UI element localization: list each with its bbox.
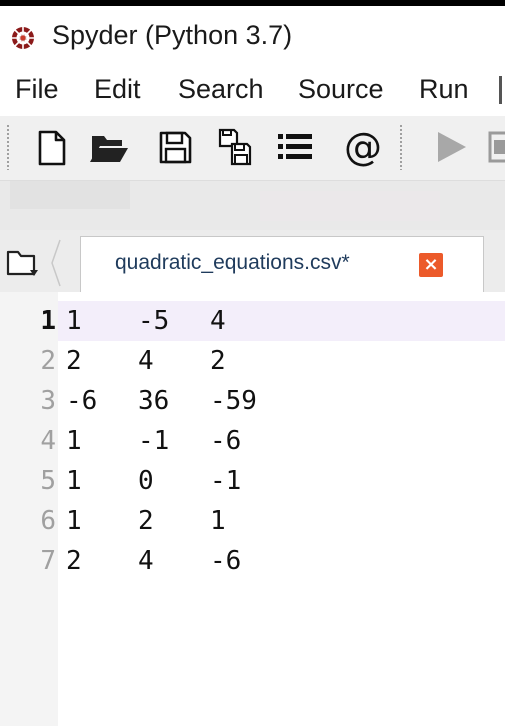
toolbar-grip-2[interactable] [399,124,403,170]
new-file-icon[interactable] [28,124,74,170]
csv-cell: 1 [66,426,82,456]
menu-item-truncated[interactable] [499,76,502,104]
editor-line[interactable]: 7 2 4 -6 [0,541,505,581]
menu-run[interactable]: Run [419,74,469,105]
csv-cell: 1 [210,506,226,536]
csv-cell: -6 [210,426,242,456]
csv-cell: -1 [138,426,170,456]
save-all-icon[interactable] [212,124,258,170]
menu-edit[interactable]: Edit [94,74,141,105]
csv-cell: -6 [66,386,98,416]
strip-shade-2 [260,191,440,221]
toolbar-grip[interactable] [6,124,10,170]
menu-search[interactable]: Search [178,74,264,105]
tab-scroll-left-icon[interactable] [50,238,62,288]
browse-tabs-icon[interactable] [6,246,46,280]
editor-line[interactable]: 3 -6 36 -59 [0,381,505,421]
list-icon[interactable] [272,124,318,170]
csv-cell: 2 [210,346,226,376]
menu-source[interactable]: Source [298,74,384,105]
csv-cell: -59 [210,386,257,416]
csv-cell: 1 [66,506,82,536]
editor-line[interactable]: 2242 [0,341,505,381]
line-number: 4 [40,426,56,456]
close-icon[interactable]: × [419,253,443,277]
csv-cell: 36 [138,386,170,416]
strip-shade [10,181,130,209]
line-number: 5 [40,466,56,496]
csv-cell: -1 [210,466,242,496]
csv-cell: -5 [138,306,170,336]
line-number: 3 [40,386,56,416]
toolbar: @ [0,116,505,180]
tab-filename: quadratic_equations.csv* [115,251,350,274]
open-file-icon[interactable] [86,124,132,170]
menu-file[interactable]: File [15,74,59,105]
toolbar-button-truncated[interactable] [484,124,505,170]
save-icon[interactable] [152,124,198,170]
editor-line[interactable]: 6121 [0,501,505,541]
csv-cell: 1 [66,306,82,336]
csv-cell: 4 [138,346,154,376]
csv-cell: 2 [66,346,82,376]
csv-cell: 4 [210,306,226,336]
editor-line[interactable]: 5 1 0 -1 [0,461,505,501]
window-title: Spyder (Python 3.7) [52,20,293,50]
line-number: 6 [40,506,56,536]
editor-tab-bar: quadratic_equations.csv* × [0,230,505,293]
csv-cell: 4 [138,546,154,576]
spyder-logo-icon [12,27,34,49]
editor-line[interactable]: 4 1 -1 -6 [0,421,505,461]
run-icon[interactable] [428,124,474,170]
line-number: 7 [40,546,56,576]
csv-cell: 0 [138,466,154,496]
csv-cell: 2 [138,506,154,536]
at-icon[interactable]: @ [340,124,386,170]
line-number: 1 [40,306,56,336]
title-bar: Spyder (Python 3.7) [0,6,505,64]
editor-line[interactable]: 1 1 -5 4 [0,301,505,341]
menu-bar: File Edit Search Source Run [0,64,505,116]
csv-cell: -6 [210,546,242,576]
csv-cell: 2 [66,546,82,576]
code-editor[interactable]: 1 1 -5 4 2 2 4 2 3 -6 36 -59 4 1 -1 -6 5 1 0 -1 6 1 2 1 7 2 4 -6 [0,292,505,726]
line-number: 2 [40,346,56,376]
csv-cell: 1 [66,466,82,496]
editor-tab-active[interactable]: quadratic_equations.csv* × [80,236,484,293]
pane-header-strip [0,180,505,231]
